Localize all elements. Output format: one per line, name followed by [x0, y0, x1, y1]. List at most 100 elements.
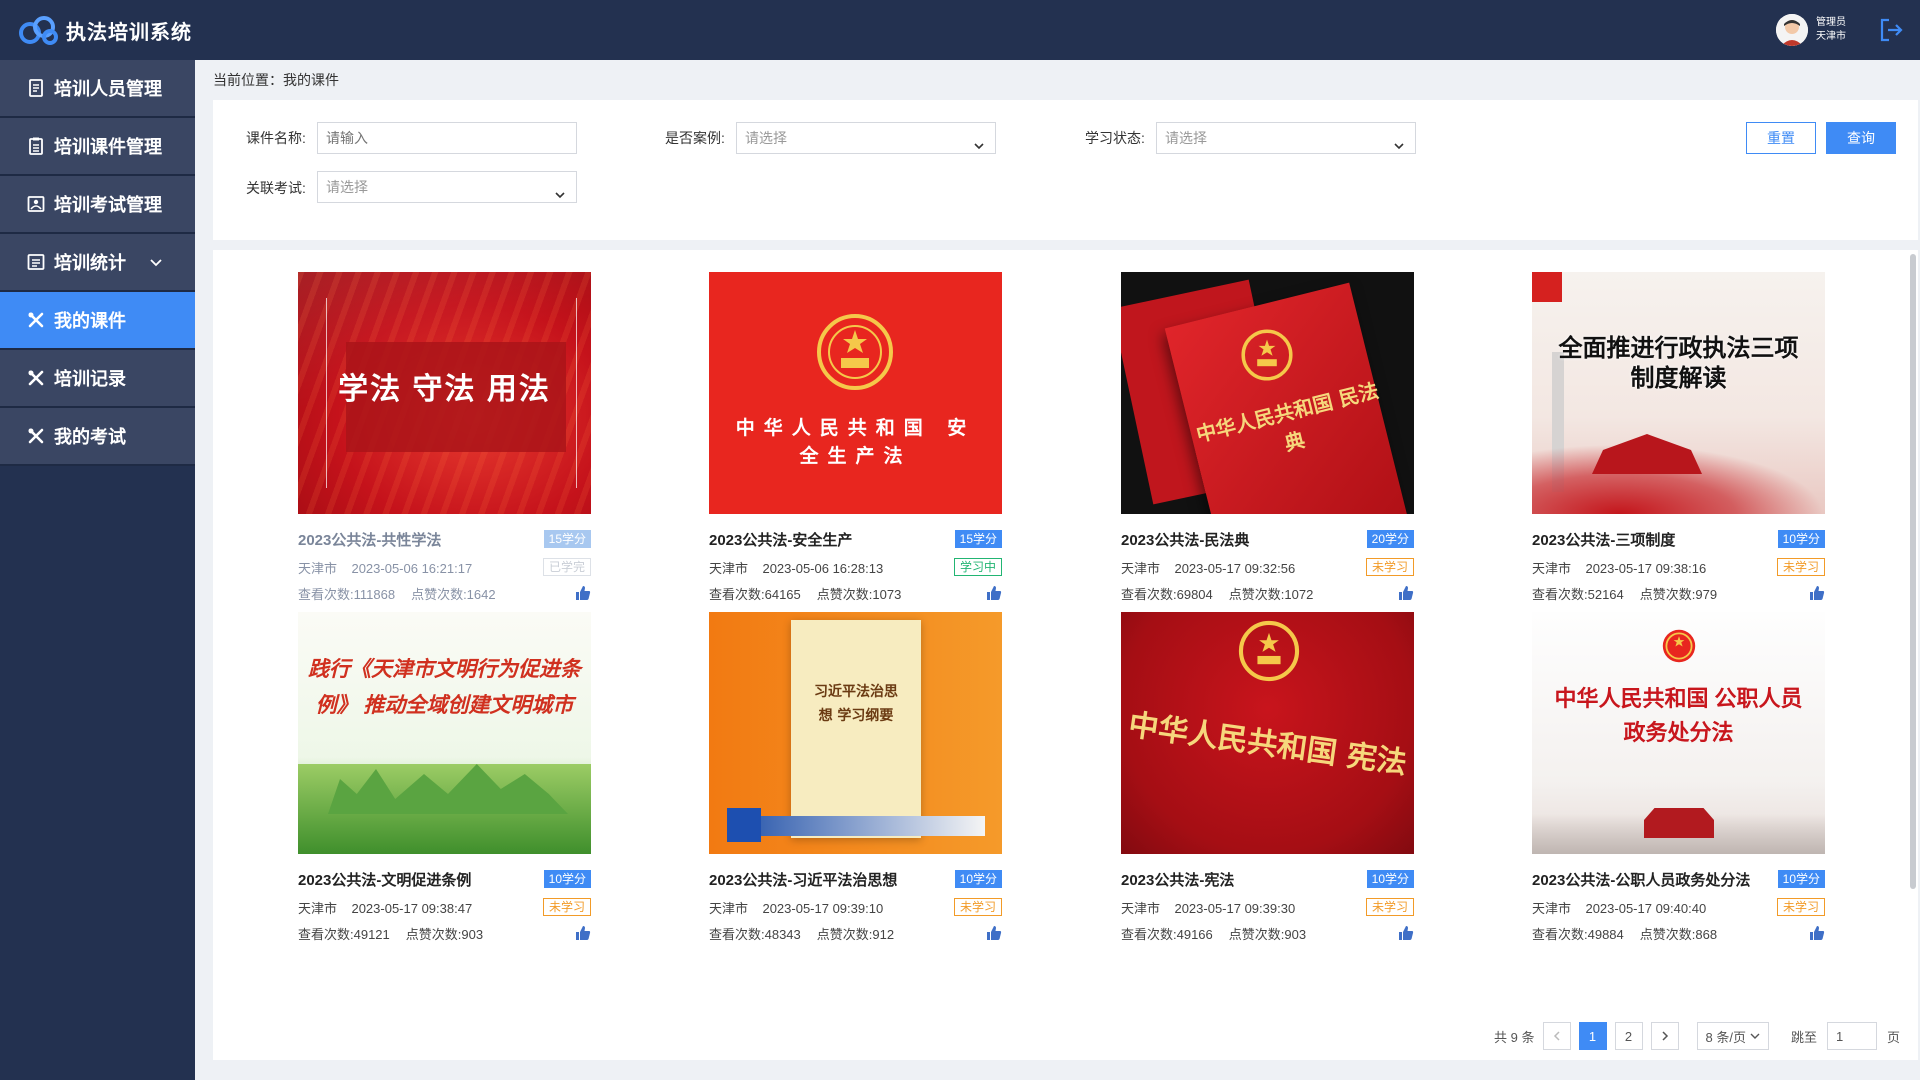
- prev-page-button[interactable]: [1542, 1022, 1571, 1050]
- course-thumbnail[interactable]: 践行《天津市文明行为促进条例》 推动全域创建文明城市: [298, 612, 591, 854]
- thumbs-up-icon[interactable]: [986, 925, 1002, 941]
- course-title[interactable]: 2023公共法-共性学法: [298, 529, 441, 550]
- like-count: 点赞次数:1642: [411, 586, 496, 602]
- national-emblem-icon: [1241, 329, 1293, 381]
- sidebar-item-training-statistics[interactable]: 培训统计: [0, 234, 195, 292]
- course-title[interactable]: 2023公共法-安全生产: [709, 529, 852, 550]
- credit-badge: 10学分: [954, 870, 1002, 888]
- reset-button[interactable]: 重置: [1746, 122, 1816, 154]
- page-1-button[interactable]: 1: [1578, 1022, 1607, 1050]
- chevron-down-icon: [1750, 1033, 1760, 1039]
- like-count: 点赞次数:912: [816, 926, 895, 942]
- thumbnail-text: 习近平法治思想 学习纲要: [814, 684, 898, 724]
- thumbnail-text: 中华人民共和国 公职人员政务处分法: [1554, 686, 1803, 745]
- study-status-select[interactable]: 请选择: [1156, 122, 1416, 154]
- like-count: 点赞次数:1073: [816, 586, 902, 602]
- page-2-button[interactable]: 2: [1614, 1022, 1643, 1050]
- course-title[interactable]: 2023公共法-民法典: [1121, 529, 1249, 550]
- thumbs-up-icon[interactable]: [1398, 585, 1414, 601]
- course-title[interactable]: 2023公共法-公职人员政务处分法: [1532, 869, 1750, 890]
- thumbs-up-icon[interactable]: [986, 585, 1002, 601]
- view-count: 查看次数:64165: [709, 586, 801, 602]
- thumbs-up-icon[interactable]: [1809, 925, 1825, 941]
- view-count: 查看次数:49884: [1532, 926, 1624, 942]
- chevron-left-icon: [1553, 1031, 1560, 1041]
- course-date: 2023-05-17 09:38:16: [1585, 560, 1707, 576]
- sidebar-item-my-exams[interactable]: 我的考试: [0, 408, 195, 466]
- course-title[interactable]: 2023公共法-文明促进条例: [298, 869, 471, 890]
- query-button[interactable]: 查询: [1826, 122, 1896, 154]
- course-card[interactable]: 中华人民共和国 安全生产法 2023公共法-安全生产 15学分 天津市 2023…: [709, 272, 1002, 606]
- course-thumbnail[interactable]: 全面推进行政执法三项制度解读: [1532, 272, 1825, 514]
- sidebar-item-label: 我的考试: [54, 427, 126, 447]
- course-date: 2023-05-06 16:21:17: [351, 560, 473, 576]
- course-city: 天津市: [709, 560, 749, 576]
- course-date: 2023-05-17 09:40:40: [1585, 900, 1707, 916]
- course-city: 天津市: [1121, 560, 1161, 576]
- thumbnail-text: 中华人民共和国 宪法: [1126, 707, 1409, 782]
- course-date: 2023-05-06 16:28:13: [762, 560, 884, 576]
- page-size-select[interactable]: 8 条/页: [1696, 1022, 1769, 1050]
- filter-panel: 课件名称: 是否案例: 请选择 学习状态: 请选择 关联考试: 请选择 重置 查…: [213, 100, 1918, 240]
- sidebar-item-label: 培训记录: [54, 369, 126, 389]
- credit-badge: 10学分: [1366, 870, 1414, 888]
- sidebar-item-label: 培训考试管理: [54, 195, 162, 215]
- course-card[interactable]: 中华人民共和国 民法典 2023公共法-民法典 20学分 天津市 2023-05…: [1121, 272, 1414, 606]
- sidebar-item-my-courseware[interactable]: 我的课件: [0, 292, 195, 350]
- course-date: 2023-05-17 09:38:47: [351, 900, 473, 916]
- course-title[interactable]: 2023公共法-宪法: [1121, 869, 1234, 890]
- course-card[interactable]: 践行《天津市文明行为促进条例》 推动全域创建文明城市 2023公共法-文明促进条…: [298, 612, 591, 946]
- like-count: 点赞次数:1072: [1228, 586, 1314, 602]
- thumbs-up-icon[interactable]: [575, 925, 591, 941]
- like-count: 点赞次数:868: [1639, 926, 1718, 942]
- like-count: 点赞次数:903: [1228, 926, 1307, 942]
- course-thumbnail[interactable]: 中华人民共和国 宪法: [1121, 612, 1414, 854]
- logout-button[interactable]: [1874, 13, 1908, 47]
- page-suffix: 页: [1886, 1029, 1900, 1045]
- is-case-select[interactable]: 请选择: [736, 122, 996, 154]
- breadcrumb-prefix: 当前位置：: [213, 72, 283, 88]
- course-card[interactable]: 全面推进行政执法三项制度解读 2023公共法-三项制度 10学分 天津市 202…: [1532, 272, 1825, 606]
- course-thumbnail[interactable]: 学法 守法 用法: [298, 272, 591, 514]
- course-thumbnail[interactable]: 中华人民共和国 民法典: [1121, 272, 1414, 514]
- course-thumbnail[interactable]: 中华人民共和国 安全生产法: [709, 272, 1002, 514]
- course-thumbnail[interactable]: 中华人民共和国 公职人员政务处分法: [1532, 612, 1825, 854]
- sidebar-item-courseware-management[interactable]: 培训课件管理: [0, 118, 195, 176]
- course-title[interactable]: 2023公共法-习近平法治思想: [709, 869, 897, 890]
- credit-badge: 10学分: [1777, 530, 1825, 548]
- status-badge: 未学习: [1776, 898, 1825, 916]
- status-badge: 未学习: [1776, 558, 1825, 576]
- sidebar-item-training-records[interactable]: 培训记录: [0, 350, 195, 408]
- next-page-button[interactable]: [1650, 1022, 1679, 1050]
- jump-page-input[interactable]: 1: [1826, 1022, 1877, 1050]
- course-name-input[interactable]: [317, 122, 577, 154]
- credit-badge: 15学分: [543, 530, 591, 548]
- pagination: 共 9 条 1 2 8 条/页 跳至 1 页: [213, 1020, 1918, 1052]
- thumbs-up-icon[interactable]: [575, 585, 591, 601]
- sidebar: 培训人员管理 培训课件管理 培训考试管理 培训统计 我的课件 培训记录 我的考试: [0, 60, 195, 1080]
- tools-icon: [26, 368, 46, 388]
- sidebar-item-trainee-management[interactable]: 培训人员管理: [0, 60, 195, 118]
- course-card[interactable]: 学法 守法 用法 2023公共法-共性学法 15学分 天津市 2023-05-0…: [298, 272, 591, 606]
- national-emblem-icon: [1662, 629, 1696, 663]
- chevron-down-icon: [973, 132, 985, 162]
- status-badge: 学习中: [953, 558, 1002, 576]
- course-title[interactable]: 2023公共法-三项制度: [1532, 529, 1675, 550]
- status-badge: 未学习: [953, 898, 1002, 916]
- thumbs-up-icon[interactable]: [1398, 925, 1414, 941]
- exam-select[interactable]: 请选择: [317, 171, 577, 203]
- course-card[interactable]: 中华人民共和国 公职人员政务处分法 2023公共法-公职人员政务处分法 10学分…: [1532, 612, 1825, 946]
- user-avatar-icon: [1776, 14, 1808, 46]
- exam-value: 请选择: [326, 179, 368, 195]
- scrollbar[interactable]: [1910, 254, 1916, 889]
- avatar[interactable]: [1776, 14, 1808, 46]
- course-date: 2023-05-17 09:39:10: [762, 900, 884, 916]
- sidebar-item-label: 我的课件: [54, 311, 126, 331]
- thumbnail-text: 中华人民共和国 安全生产法: [735, 417, 976, 467]
- course-thumbnail[interactable]: 习近平法治思想 学习纲要: [709, 612, 1002, 854]
- breadcrumb-current[interactable]: 我的课件: [283, 72, 339, 88]
- course-card[interactable]: 习近平法治思想 学习纲要 2023公共法-习近平法治思想 10学分 天津市 20…: [709, 612, 1002, 946]
- course-card[interactable]: 中华人民共和国 宪法 2023公共法-宪法 10学分 天津市 2023-05-1…: [1121, 612, 1414, 946]
- sidebar-item-exam-management[interactable]: 培训考试管理: [0, 176, 195, 234]
- thumbs-up-icon[interactable]: [1809, 585, 1825, 601]
